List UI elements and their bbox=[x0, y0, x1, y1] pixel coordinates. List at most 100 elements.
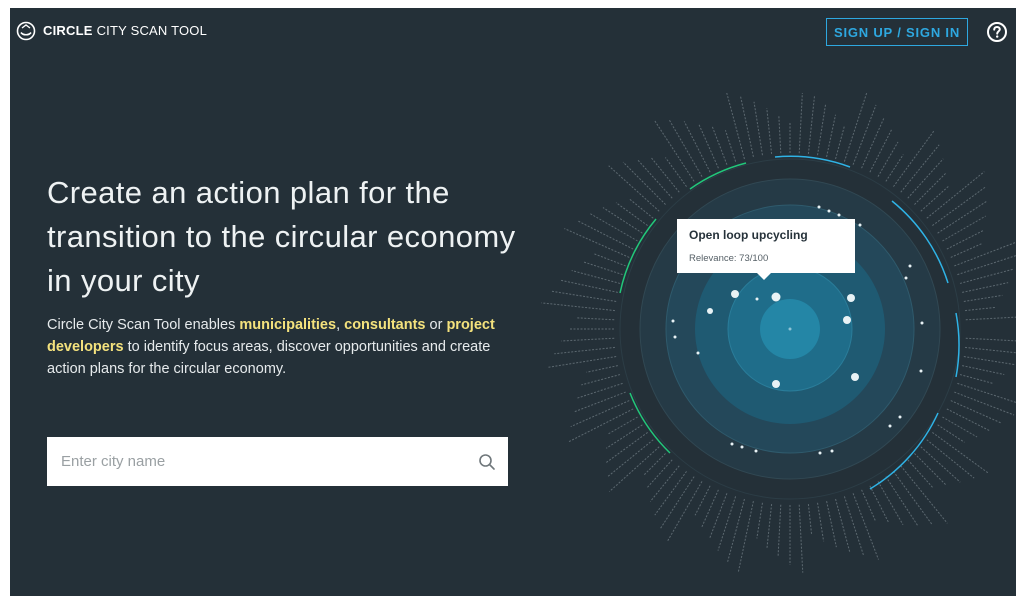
wheel-label-line bbox=[852, 493, 879, 560]
wheel-label-line bbox=[920, 186, 949, 212]
wheel-label-line bbox=[869, 485, 890, 524]
wheel-label-line bbox=[593, 253, 626, 267]
wheel-label-line bbox=[561, 337, 615, 342]
wheel-label-line bbox=[654, 471, 687, 516]
wheel-label-line bbox=[926, 171, 985, 219]
wheel-label-line bbox=[571, 270, 621, 284]
wheel-label-line bbox=[965, 337, 1016, 342]
wheel-label-line bbox=[622, 161, 666, 205]
wheel-label-line bbox=[717, 496, 737, 551]
wheel-label-line bbox=[766, 108, 773, 155]
wheel-label-line bbox=[963, 294, 1003, 302]
wheel-label-line bbox=[664, 157, 687, 187]
wheel-label-line bbox=[550, 290, 617, 302]
wheel-label-line bbox=[957, 382, 1016, 403]
wheel-label-line bbox=[861, 489, 876, 522]
wheel-label-line bbox=[950, 400, 1003, 424]
wheel-label-line bbox=[869, 129, 893, 173]
wheel-label-line bbox=[581, 374, 621, 386]
hero-intro: Circle City Scan Tool enables municipali… bbox=[47, 314, 517, 380]
wheel-label-line bbox=[843, 93, 868, 162]
city-search-box[interactable] bbox=[47, 437, 508, 486]
intro-comma: , bbox=[336, 317, 345, 333]
wheel-label-line bbox=[615, 202, 648, 226]
wheel-label-line bbox=[727, 498, 745, 562]
brand-name-light: CITY SCAN TOOL bbox=[96, 23, 208, 38]
wheel-label-line bbox=[826, 114, 837, 157]
wheel-label-line bbox=[756, 502, 763, 539]
wheel-label-line bbox=[798, 504, 804, 573]
wheel-label-line bbox=[564, 228, 630, 258]
wheel-label-line bbox=[694, 485, 711, 516]
intro-or: or bbox=[425, 317, 447, 333]
wheel-label-line bbox=[964, 346, 1016, 354]
brand-name-bold: CIRCLE bbox=[43, 23, 93, 38]
wheel-label-line bbox=[602, 207, 643, 234]
wheel-label-line bbox=[637, 159, 673, 199]
app-window: CIRCLE CITY SCAN TOOL SIGN UP / SIGN IN C… bbox=[10, 8, 1016, 596]
wheel-label-line bbox=[606, 432, 648, 463]
wheel-label-line bbox=[778, 115, 782, 154]
circle-logo-icon bbox=[16, 21, 36, 41]
hero-headline: Create an action plan for the transition… bbox=[47, 175, 516, 298]
wheel-label-line bbox=[817, 502, 825, 542]
wheel-label-line bbox=[570, 400, 630, 428]
wheel-label-line bbox=[877, 481, 904, 525]
wheel-label-line bbox=[914, 172, 947, 205]
wheel-label-line bbox=[950, 243, 983, 258]
wheel-label-line bbox=[653, 119, 695, 182]
wheel-label-line bbox=[646, 459, 673, 489]
wheel-label-line bbox=[965, 316, 1016, 321]
wheel-label-line bbox=[753, 101, 763, 156]
wheel-label-line bbox=[554, 346, 616, 355]
wheel-label-line bbox=[766, 503, 773, 548]
wheel-label-line bbox=[651, 157, 680, 193]
strategy-wheel[interactable] bbox=[520, 93, 1016, 596]
wheel-label-line bbox=[900, 465, 948, 524]
wheel-label-line bbox=[777, 504, 782, 557]
wheel-label-line bbox=[589, 213, 638, 242]
wheel-label-line bbox=[737, 501, 754, 573]
wheel-label-line bbox=[701, 489, 719, 528]
logo[interactable]: CIRCLE CITY SCAN TOOL bbox=[16, 21, 207, 41]
wheel-label-line bbox=[726, 93, 745, 160]
wheel-label-line bbox=[649, 465, 680, 502]
wheel-label-line bbox=[541, 302, 616, 312]
help-icon[interactable] bbox=[986, 21, 1008, 43]
highlight-municipalities: municipalities bbox=[239, 317, 337, 333]
wheel-label-line bbox=[954, 391, 1015, 416]
wheel-label-line bbox=[798, 93, 803, 154]
wheel-label-line bbox=[561, 279, 618, 293]
wheel-label-line bbox=[914, 453, 947, 486]
wheel-label-line bbox=[885, 476, 918, 526]
wheel-label-line bbox=[959, 374, 994, 385]
wheel-label-line bbox=[942, 215, 986, 242]
sign-up-sign-in-button[interactable]: SIGN UP / SIGN IN bbox=[826, 18, 968, 46]
city-search-input[interactable] bbox=[59, 452, 478, 471]
wheel-label-line bbox=[698, 123, 719, 169]
wheel-label-line bbox=[547, 356, 617, 368]
wheel-label-line bbox=[807, 503, 813, 535]
wheel-label-line bbox=[957, 255, 1016, 276]
wheel-label-line bbox=[740, 96, 754, 157]
wheel-label-line bbox=[861, 116, 885, 169]
wheel-label-line bbox=[843, 496, 865, 557]
intro-text-1: Circle City Scan Tool enables bbox=[47, 317, 240, 333]
search-icon[interactable] bbox=[478, 453, 496, 471]
wheel-label-line bbox=[582, 261, 623, 276]
wheel-label-line bbox=[835, 125, 846, 160]
tooltip-relevance: Relevance: 73/100 bbox=[689, 253, 769, 264]
wheel-label-line bbox=[608, 165, 660, 212]
wheel-label-line bbox=[573, 391, 626, 413]
tooltip-title: Open loop upcycling bbox=[689, 228, 808, 242]
wheel-label-line bbox=[907, 158, 944, 199]
wheel-label-line bbox=[708, 493, 728, 540]
brand-name: CIRCLE CITY SCAN TOOL bbox=[43, 22, 207, 40]
wheel-label-line bbox=[606, 424, 643, 449]
wheel-label-line bbox=[826, 501, 837, 548]
wheel-label-line bbox=[907, 459, 933, 488]
wheel-label-line bbox=[607, 416, 638, 435]
wheel-label-line bbox=[937, 201, 987, 234]
wheel-label-line bbox=[946, 408, 990, 432]
wheel-label-line bbox=[577, 317, 615, 321]
